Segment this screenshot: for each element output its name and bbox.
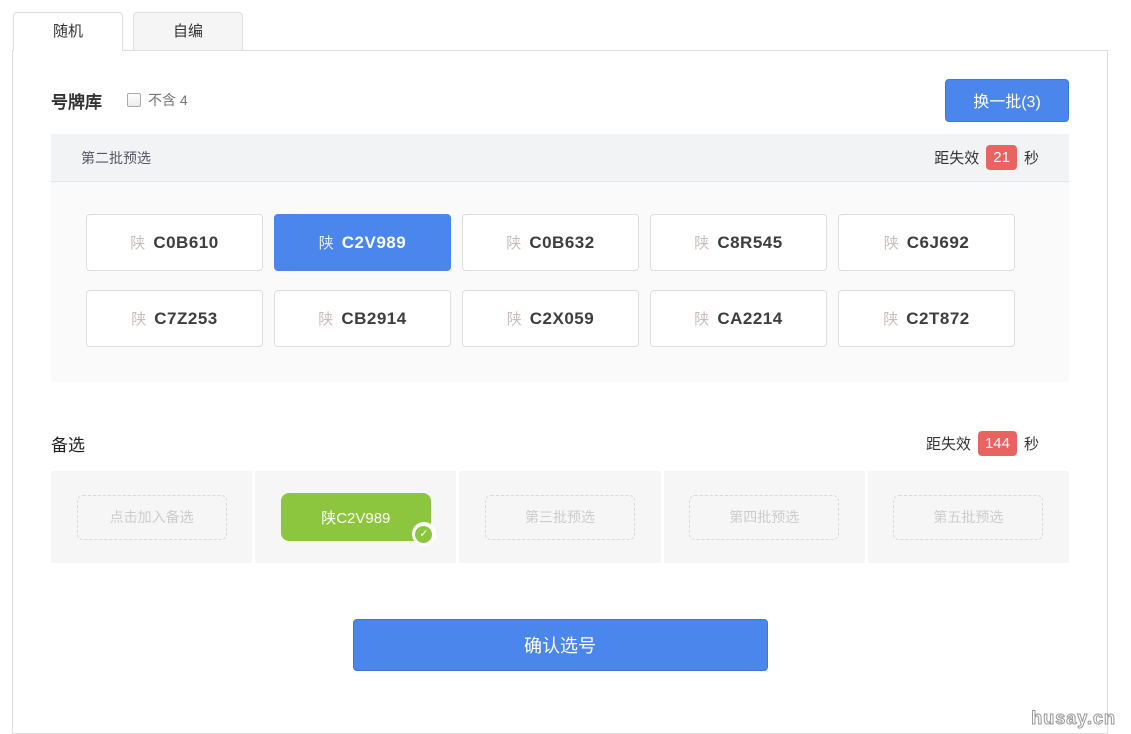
plate-prefix: 陕 xyxy=(883,235,899,252)
watermark: husay.cn xyxy=(1031,708,1116,729)
alternative-slot-batch-5: 第五批预选 xyxy=(867,471,1070,563)
plate-prefix: 陕 xyxy=(318,235,334,252)
tab-random[interactable]: 随机 xyxy=(13,12,123,51)
add-to-alternatives-button[interactable]: 点击加入备选 xyxy=(76,494,227,540)
batch-title: 第二批预选 xyxy=(81,149,151,166)
check-icon: ✓ xyxy=(411,522,436,546)
plate-option[interactable]: 陕 C0B632 xyxy=(462,214,639,271)
plate-prefix: 陕 xyxy=(318,311,334,328)
plate-option[interactable]: 陕 C8R545 xyxy=(650,214,827,271)
confirm-selection-button[interactable]: 确认选号 xyxy=(352,619,768,671)
plate-selection-panel: 号牌库 不含 4 换一批(3) 第二批预选 距失效 21 秒 陕 C0B610 … xyxy=(12,50,1108,734)
alternative-slot-batch-4: 第四批预选 xyxy=(663,471,865,563)
mode-tabs: 随机 自编 xyxy=(13,12,243,51)
alternatives-strip: 点击加入备选 陕C2V989 ✓ 第三批预选 第四批预选 第五批预选 xyxy=(51,471,1070,563)
plate-number: C2V989 xyxy=(341,232,407,252)
countdown-seconds-badge: 21 xyxy=(986,145,1017,170)
batch-countdown: 距失效 21 秒 xyxy=(934,145,1039,170)
plate-number: C8R545 xyxy=(717,232,783,252)
pool-header: 号牌库 不含 4 换一批(3) xyxy=(51,78,1069,122)
alternatives-title: 备选 xyxy=(51,436,85,455)
batch-5-placeholder: 第五批预选 xyxy=(893,494,1044,540)
alternative-slot-batch-3: 第三批预选 xyxy=(459,471,661,563)
exclude-4-label: 不含 4 xyxy=(148,92,188,108)
plate-prefix: 陕 xyxy=(883,311,899,328)
plate-prefix: 陕 xyxy=(694,235,710,252)
alternatives-header: 备选 距失效 144 秒 xyxy=(51,431,1069,456)
plate-prefix: 陕 xyxy=(131,311,147,328)
plate-option[interactable]: 陕 C0B610 xyxy=(86,214,263,271)
batch-4-placeholder: 第四批预选 xyxy=(689,494,840,540)
countdown-seconds-badge: 144 xyxy=(977,431,1017,456)
plate-option-selected[interactable]: 陕 C2V989 xyxy=(274,214,451,271)
plate-option[interactable]: 陕 C6J692 xyxy=(838,214,1015,271)
batch-header-band: 第二批预选 距失效 21 秒 xyxy=(51,134,1069,182)
refresh-batch-button[interactable]: 换一批(3) xyxy=(945,78,1069,122)
batch-3-placeholder: 第三批预选 xyxy=(485,494,635,540)
plate-option[interactable]: 陕 CA2214 xyxy=(650,290,827,347)
plate-option[interactable]: 陕 CB2914 xyxy=(274,290,451,347)
pool-title: 号牌库 xyxy=(51,92,102,112)
plate-prefix: 陕 xyxy=(130,235,146,252)
exclude-4-checkbox[interactable] xyxy=(127,93,141,107)
plate-number: C7Z253 xyxy=(154,308,218,328)
plate-prefix: 陕 xyxy=(506,311,522,328)
plate-grid: 陕 C0B610 陕 C2V989 陕 C0B632 陕 C8R545 陕 C6… xyxy=(51,182,1069,382)
plate-prefix: 陕 xyxy=(506,235,522,252)
alternative-slot-add: 点击加入备选 xyxy=(51,471,253,563)
countdown-unit: 秒 xyxy=(1023,436,1039,453)
tab-custom[interactable]: 自编 xyxy=(133,12,243,50)
plate-number: CA2214 xyxy=(717,308,783,328)
countdown-label: 距失效 xyxy=(934,150,980,167)
plate-number: C6J692 xyxy=(906,232,970,252)
plate-number: CB2914 xyxy=(341,308,407,328)
exclude-4-option[interactable]: 不含 4 xyxy=(127,90,188,110)
plate-number: C0B632 xyxy=(529,232,595,252)
countdown-label: 距失效 xyxy=(925,436,971,453)
plate-prefix: 陕 xyxy=(694,311,710,328)
alternative-plate-label: 陕C2V989 xyxy=(321,509,391,527)
countdown-unit: 秒 xyxy=(1023,150,1039,167)
plate-option[interactable]: 陕 C2T872 xyxy=(838,290,1015,347)
plate-number: C2T872 xyxy=(906,308,970,328)
alternative-plate-button[interactable]: 陕C2V989 ✓ xyxy=(280,493,436,546)
plate-number: C2X059 xyxy=(529,308,595,328)
plate-option[interactable]: 陕 C2X059 xyxy=(462,290,639,347)
alternatives-countdown: 距失效 144 秒 xyxy=(926,431,1069,456)
alternative-slot-selected: 陕C2V989 ✓ xyxy=(255,471,457,563)
plate-option[interactable]: 陕 C7Z253 xyxy=(86,290,263,347)
plate-number: C0B610 xyxy=(153,232,219,252)
